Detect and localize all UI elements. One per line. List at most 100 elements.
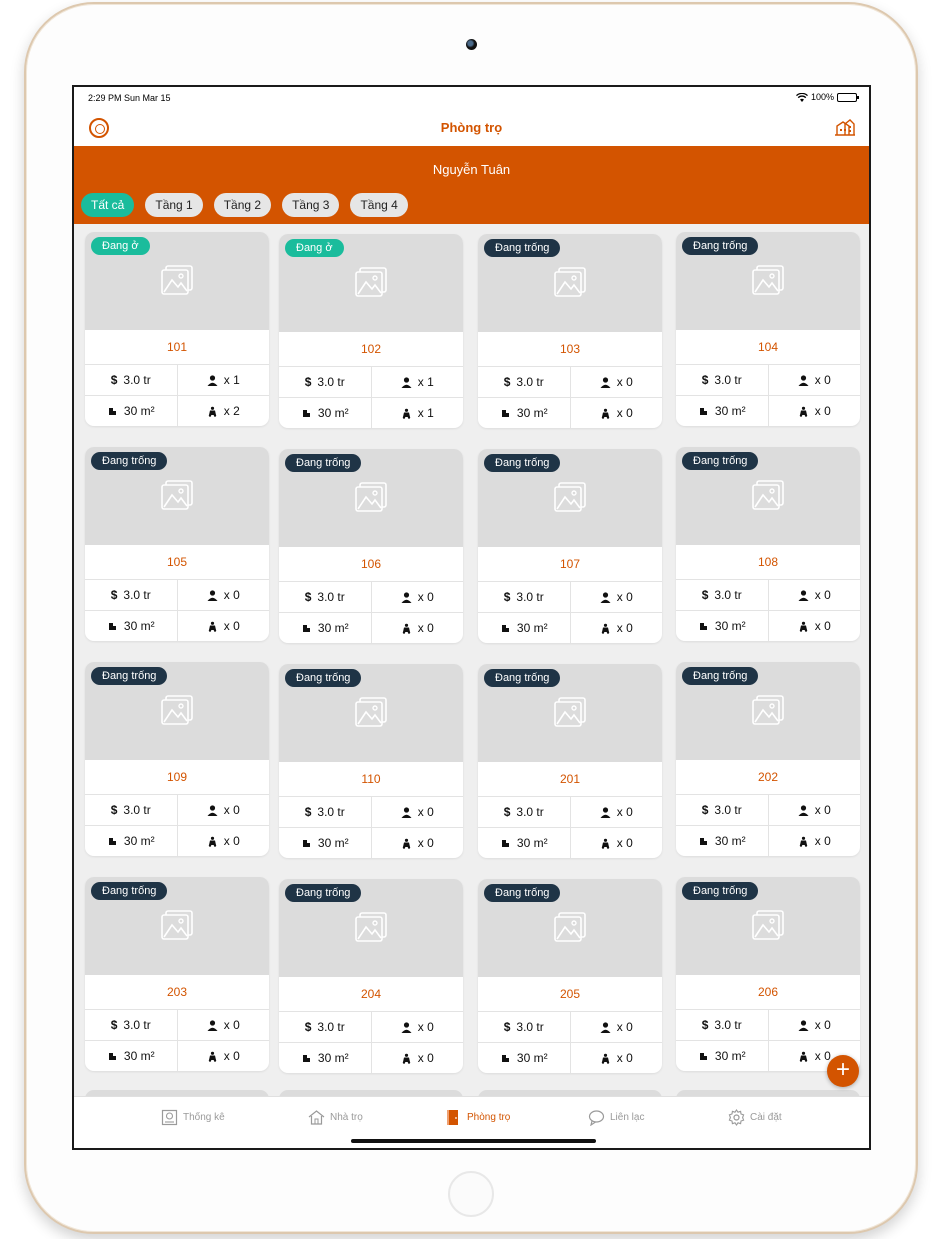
status-badge: Đang trống (484, 239, 561, 257)
room-price: 3.0 tr (317, 375, 345, 389)
owner-header: Nguyễn Tuân Tất cả Tầng 1 Tầng 2 Tầng 3 … (74, 146, 869, 224)
room-image: Đang trống (85, 447, 269, 545)
area-icon (302, 409, 310, 417)
dollar-icon: $ (110, 1018, 118, 1032)
room-price: 3.0 tr (123, 373, 151, 387)
floor-tab-3[interactable]: Tầng 3 (282, 193, 340, 217)
tab-stats[interactable]: Thống kê (161, 1109, 225, 1126)
price-cell: $3.0 tr (676, 365, 768, 395)
people-cell: x 0 (569, 367, 663, 397)
people-cell: x 0 (569, 797, 663, 827)
room-info-row: $3.0 tr x 0 (85, 579, 269, 610)
room-card[interactable]: Đang trống 107 $3.0 tr x 0 30 m² x 0 (478, 449, 662, 643)
image-placeholder-icon (355, 912, 387, 942)
price-cell: $3.0 tr (279, 582, 371, 612)
people-cell: x 1 (370, 367, 464, 397)
vehicle-cell: x 2 (176, 396, 270, 426)
room-card[interactable]: Đang trống 108 $3.0 tr x 0 30 m² x 0 (676, 447, 860, 641)
image-placeholder-icon (161, 265, 193, 295)
room-info-row: $3.0 tr x 0 (279, 581, 463, 612)
room-people: x 0 (223, 1018, 240, 1032)
area-icon (302, 624, 310, 632)
room-card[interactable]: Đang trống 202 $3.0 tr x 0 30 m² x 0 (676, 662, 860, 856)
area-icon (108, 622, 116, 630)
room-info-row: 30 m² x 2 (85, 395, 269, 426)
tab-settings[interactable]: Cài đặt (728, 1109, 782, 1126)
tab-rooms[interactable]: Phòng trọ (445, 1109, 510, 1126)
person-icon (798, 1019, 809, 1031)
room-info-row: 30 m² x 0 (478, 827, 662, 858)
people-cell: x 0 (767, 1010, 861, 1040)
tab-bar: Thống kê Nhà trọ Phòng trọ Liên lạc Cài … (74, 1096, 869, 1148)
tab-house[interactable]: Nhà trọ (308, 1109, 363, 1126)
floor-tab-1[interactable]: Tầng 1 (145, 193, 203, 217)
room-card[interactable]: Đang trống 201 $3.0 tr x 0 30 m² x 0 (478, 664, 662, 858)
room-card[interactable]: Đang trống 206 $3.0 tr x 0 30 m² x 0 (676, 877, 860, 1071)
room-card[interactable]: Đang trống 109 $3.0 tr x 0 30 m² x 0 (85, 662, 269, 856)
room-price: 3.0 tr (516, 1020, 544, 1034)
room-number: 203 (166, 985, 188, 999)
room-area: 30 m² (317, 406, 349, 420)
area-icon (699, 1052, 707, 1060)
vehicle-icon (601, 623, 609, 634)
people-cell: x 0 (569, 582, 663, 612)
tab-stats-label: Thống kê (183, 1112, 225, 1123)
room-vehicles: x 0 (417, 621, 434, 635)
vehicle-icon (402, 408, 410, 419)
status-badge: Đang trống (285, 669, 362, 687)
dollar-icon: $ (701, 1018, 709, 1032)
room-card[interactable]: Đang trống 103 $3.0 tr x 0 30 m² x 0 (478, 234, 662, 428)
floor-tab-2[interactable]: Tầng 2 (213, 193, 272, 217)
door-icon (447, 1110, 458, 1125)
person-icon (401, 806, 412, 818)
room-area: 30 m² (317, 1051, 349, 1065)
person-icon (798, 374, 809, 386)
vehicle-cell: x 0 (176, 611, 270, 641)
add-room-button[interactable]: + (827, 1055, 859, 1087)
room-area: 30 m² (123, 619, 155, 633)
people-cell: x 0 (370, 582, 464, 612)
floor-tab-4[interactable]: Tầng 4 (350, 193, 408, 217)
room-card[interactable]: Đang ở 101 $3.0 tr x 1 30 m² x 2 (85, 232, 269, 426)
room-vehicles: x 0 (417, 1051, 434, 1065)
image-placeholder-icon (161, 910, 193, 940)
person-icon (600, 806, 611, 818)
image-placeholder-icon (752, 695, 784, 725)
room-card[interactable]: Đang ở 102 $3.0 tr x 1 30 m² x 1 (279, 234, 463, 428)
room-card[interactable]: Đang trống 105 $3.0 tr x 0 30 m² x 0 (85, 447, 269, 641)
room-card[interactable]: Đang trống 110 $3.0 tr x 0 30 m² x 0 (279, 664, 463, 858)
status-badge: Đang trống (682, 237, 759, 255)
room-info-row: 30 m² x 0 (478, 612, 662, 643)
status-badge: Đang trống (682, 882, 759, 900)
room-number: 108 (757, 555, 779, 569)
price-cell: $3.0 tr (85, 365, 177, 395)
room-grid: Đang ở 101 $3.0 tr x 1 30 m² x 2 Đang ở 102 $3.0… (74, 224, 869, 1096)
room-number: 202 (757, 770, 779, 784)
dollar-icon: $ (304, 1020, 312, 1034)
vehicle-cell: x 0 (176, 1041, 270, 1071)
floor-tab-all[interactable]: Tất cả (81, 193, 135, 217)
building-icon[interactable] (835, 118, 855, 136)
room-price: 3.0 tr (516, 805, 544, 819)
dollar-icon: $ (503, 805, 511, 819)
room-price: 3.0 tr (714, 1018, 742, 1032)
room-card[interactable]: Đang trống 106 $3.0 tr x 0 30 m² x 0 (279, 449, 463, 643)
status-badge: Đang trống (484, 454, 561, 472)
room-card[interactable]: Đang trống 205 $3.0 tr x 0 30 m² x 0 (478, 879, 662, 1073)
person-icon (600, 376, 611, 388)
home-button[interactable] (448, 1171, 494, 1217)
area-cell: 30 m² (478, 398, 570, 428)
room-info-row: $3.0 tr x 0 (478, 366, 662, 397)
room-people: x 0 (223, 803, 240, 817)
room-vehicles: x 0 (616, 406, 633, 420)
room-card[interactable]: Đang trống 204 $3.0 tr x 0 30 m² x 0 (279, 879, 463, 1073)
room-card[interactable]: Đang trống 203 $3.0 tr x 0 30 m² x 0 (85, 877, 269, 1071)
room-price: 3.0 tr (714, 373, 742, 387)
room-card[interactable]: Đang trống 104 $3.0 tr x 0 30 m² x 0 (676, 232, 860, 426)
person-icon (207, 1019, 218, 1031)
room-info-row: $3.0 tr x 1 (279, 366, 463, 397)
room-info-row: 30 m² x 1 (279, 397, 463, 428)
room-area: 30 m² (714, 404, 746, 418)
tab-contact[interactable]: Liên lạc (588, 1109, 644, 1126)
room-vehicles: x 0 (417, 836, 434, 850)
